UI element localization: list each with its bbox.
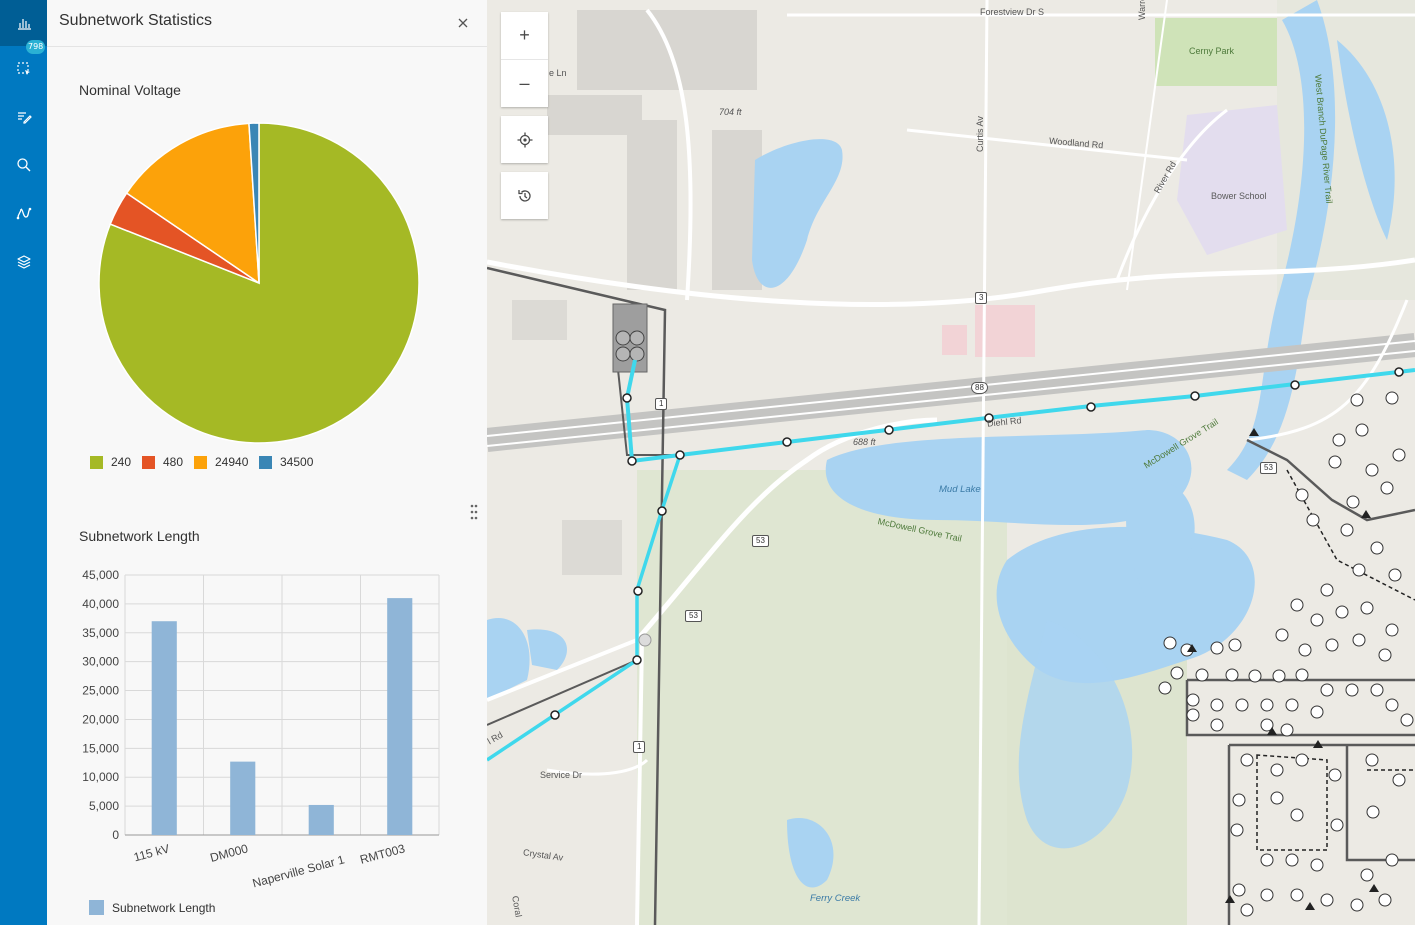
interstate-shield: 88 <box>971 382 988 394</box>
chart-icon <box>17 19 31 30</box>
y-tick-label: 35,000 <box>82 626 119 640</box>
legend-swatch <box>90 455 103 469</box>
layers-tool-button[interactable] <box>0 239 47 285</box>
bar-rmt003[interactable] <box>387 598 413 835</box>
legend-label: 24940 <box>215 455 249 469</box>
legend-swatch <box>259 455 272 469</box>
panel-resize-handle[interactable] <box>467 502 481 522</box>
street-label: Warren Av <box>1137 0 1147 20</box>
selection-count-badge: 798 <box>26 40 46 54</box>
legend-item-480: 480 <box>142 455 183 469</box>
elevation-label: 704 ft <box>719 107 742 117</box>
zoom-in-button[interactable]: + <box>501 12 548 59</box>
street-label: Forestview Dr S <box>980 7 1045 17</box>
y-tick-label: 30,000 <box>82 655 119 669</box>
panel-header: Subnetwork Statistics <box>47 0 487 47</box>
route-shield: 53 <box>752 535 769 547</box>
search-icon <box>16 158 30 172</box>
y-tick-label: 15,000 <box>82 741 119 755</box>
panel-title: Subnetwork Statistics <box>59 12 212 29</box>
x-tick-label: RMT003 <box>358 841 406 867</box>
bar-legend-item: Subnetwork Length <box>89 900 215 915</box>
drag-handle-icon <box>470 504 478 520</box>
elevation-label: 688 ft <box>853 437 876 447</box>
y-tick-label: 5,000 <box>89 799 119 813</box>
history-button[interactable] <box>501 172 548 219</box>
app-toolbar: 798 <box>0 0 47 925</box>
close-icon <box>458 18 468 28</box>
trace-icon <box>16 207 31 220</box>
statistics-panel: Subnetwork Statistics Nominal Voltage 24… <box>47 0 487 925</box>
legend-swatch <box>142 455 155 469</box>
street-label: Service Dr <box>540 770 583 780</box>
legend-swatch <box>89 900 104 915</box>
legend-item-24940: 24940 <box>194 455 248 469</box>
zoom-controls: + – <box>501 12 548 107</box>
y-tick-label: 45,000 <box>82 568 119 582</box>
legend-label: Subnetwork Length <box>112 900 216 915</box>
history-control <box>501 172 548 219</box>
edit-icon <box>17 112 32 124</box>
x-tick-label: DM000 <box>209 841 250 865</box>
legend-item-34500: 34500 <box>259 455 313 469</box>
x-tick-label: 115 kV <box>132 841 171 864</box>
pie-chart <box>98 122 420 444</box>
legend-swatch <box>194 455 207 469</box>
route-shield: 3 <box>975 292 988 304</box>
select-tool-button[interactable]: 798 <box>0 40 47 92</box>
x-tick-label: Naperville Solar 1 <box>251 852 346 890</box>
locate-button[interactable] <box>501 116 548 163</box>
route-shield: 53 <box>1260 462 1277 474</box>
locate-icon <box>517 132 532 147</box>
bar-115-kv[interactable] <box>151 621 177 835</box>
y-tick-label: 40,000 <box>82 597 119 611</box>
route-shield: 1 <box>633 741 646 753</box>
trace-tool-button[interactable] <box>0 190 47 236</box>
pie-chart-title: Nominal Voltage <box>79 82 181 98</box>
statistics-tool-button[interactable] <box>0 0 47 46</box>
bar-naperville-solar-1[interactable] <box>308 804 334 835</box>
history-icon <box>517 189 531 202</box>
legend-label: 34500 <box>280 455 314 469</box>
legend-label: 240 <box>111 455 132 469</box>
bar-chart-title: Subnetwork Length <box>79 528 200 544</box>
creek-label: Ferry Creek <box>810 893 861 904</box>
lake-label: Mud Lake <box>939 484 981 495</box>
y-tick-label: 25,000 <box>82 684 119 698</box>
route-shield: 1 <box>655 398 668 410</box>
edit-tool-button[interactable] <box>0 94 47 140</box>
legend-label: 480 <box>163 455 184 469</box>
map-view[interactable]: Forestview Dr S Warren Av Cerny Park Woo… <box>487 0 1415 925</box>
bar-dm000[interactable] <box>230 761 256 835</box>
layers-icon <box>16 255 31 269</box>
bar-chart: 0 5,000 10,000 15,000 20,000 25,000 30,000 35,0… <box>82 568 440 890</box>
school-label: Bower School <box>1211 191 1267 201</box>
street-label: e Ln <box>549 68 567 78</box>
y-tick-label: 0 <box>112 828 119 842</box>
legend-item-240: 240 <box>90 455 131 469</box>
locate-control <box>501 116 548 163</box>
street-label: Curtis Av <box>975 116 985 152</box>
zoom-out-button[interactable]: – <box>501 59 548 107</box>
search-tool-button[interactable] <box>0 142 47 188</box>
park-label: Cerny Park <box>1189 46 1235 56</box>
y-tick-label: 10,000 <box>82 770 119 784</box>
y-tick-label: 20,000 <box>82 712 119 726</box>
select-icon <box>16 62 30 75</box>
route-shield: 53 <box>685 610 702 622</box>
close-button[interactable] <box>451 12 475 34</box>
